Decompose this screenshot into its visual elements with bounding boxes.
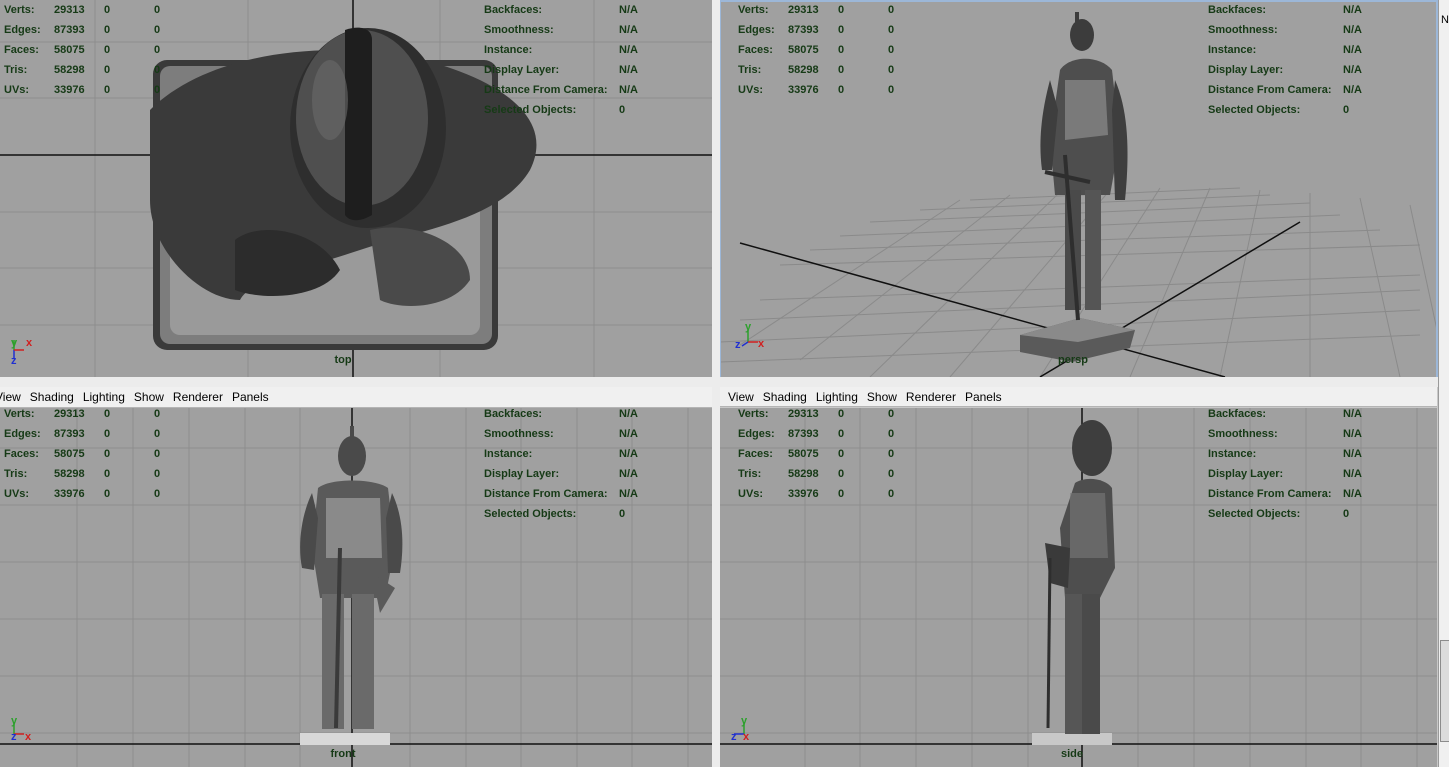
stats-hud-persp: Verts: 29313 0 0 Edges: 87393 0 0 Faces: 58075 0…: [738, 4, 895, 96]
stats-hud-side: Verts: 29313 0 0 Edges: 87393 0 0 Faces: 58075 0…: [738, 408, 895, 500]
menu-renderer[interactable]: Renderer: [906, 390, 956, 404]
menu-shading[interactable]: Shading: [30, 390, 74, 404]
camera-label-side: side: [1060, 748, 1084, 760]
menu-panels[interactable]: Panels: [965, 390, 1002, 404]
knight-top-model[interactable]: [150, 27, 537, 350]
viewport-persp[interactable]: Verts: 29313 0 0 Edges: 87393 0 0 Faces: 58075 0…: [720, 0, 1437, 377]
knight-persp-model[interactable]: [1020, 12, 1135, 362]
stats-hud-front: Verts: 29313 0 0 Edges: 87393 0 0 Faces: 58075 0…: [4, 408, 161, 500]
info-hud-top: Backfaces: N/A Smoothness: N/A Instance: N/…: [484, 4, 638, 116]
axis-gizmo-persp: y x z: [735, 321, 764, 351]
scrollbar-thumb[interactable]: [1440, 640, 1449, 742]
menu-lighting[interactable]: Lighting: [816, 390, 858, 404]
menu-view[interactable]: View: [0, 390, 21, 404]
stats-hud-top: Verts: 29313 0 0 Edges: 87393 0 0 Faces: 58075 0…: [4, 4, 161, 96]
viewport-side[interactable]: Verts: 29313 0 0 Edges: 87393 0 0 Faces: 58075 0…: [720, 408, 1437, 767]
axis-x-label: x: [26, 337, 33, 349]
camera-label-top: top: [334, 354, 352, 366]
info-hud-side: Backfaces: N/A Smoothness: N/A Instance: N/…: [1208, 408, 1362, 520]
axis-x-label: x: [25, 731, 32, 743]
axis-gizmo-front: y z x: [11, 715, 32, 743]
menu-lighting[interactable]: Lighting: [83, 390, 125, 404]
axis-x-label: x: [743, 731, 750, 743]
info-hud-front: Backfaces: N/A Smoothness: N/A Instance: N/…: [484, 408, 638, 520]
knight-front-model[interactable]: [300, 426, 403, 745]
axis-y-label: y: [745, 321, 752, 333]
camera-label-front: front: [330, 748, 356, 760]
viewport-top[interactable]: Verts: 29313 0 0 Edges: 87393 0 0 Faces: 58075 0…: [0, 0, 712, 377]
knight-side-model[interactable]: [1032, 420, 1115, 745]
axis-z-label: z: [11, 355, 17, 367]
menu-show[interactable]: Show: [134, 390, 164, 404]
axis-y-label: y: [741, 715, 748, 727]
viewport-front[interactable]: Verts: 29313 0 0 Edges: 87393 0 0 Faces: 58075 0…: [0, 408, 712, 767]
axis-z-label: z: [735, 339, 741, 351]
axis-z-label: z: [11, 731, 17, 743]
strip-label: N: [1441, 14, 1449, 26]
axis-gizmo-top: y x z: [11, 337, 33, 367]
menu-shading[interactable]: Shading: [763, 390, 807, 404]
camera-label-persp: persp: [1058, 354, 1088, 366]
side-panel-strip: N: [1438, 0, 1449, 767]
menubar-front: View Shading Lighting Show Renderer Panels: [0, 387, 712, 408]
axis-z-label: z: [731, 731, 737, 743]
info-hud-persp: Backfaces: N/A Smoothness: N/A Instance: N/…: [1208, 4, 1362, 116]
axis-y-label: y: [11, 337, 18, 349]
menu-view[interactable]: View: [728, 390, 754, 404]
axis-y-label: y: [11, 715, 18, 727]
axis-gizmo-side: y z x: [731, 715, 750, 743]
axis-x-label: x: [758, 338, 764, 350]
menu-renderer[interactable]: Renderer: [173, 390, 223, 404]
vertical-splitter[interactable]: [712, 0, 720, 767]
menu-show[interactable]: Show: [867, 390, 897, 404]
menubar-side: View Shading Lighting Show Renderer Panels: [720, 387, 1437, 407]
menu-panels[interactable]: Panels: [232, 390, 269, 404]
